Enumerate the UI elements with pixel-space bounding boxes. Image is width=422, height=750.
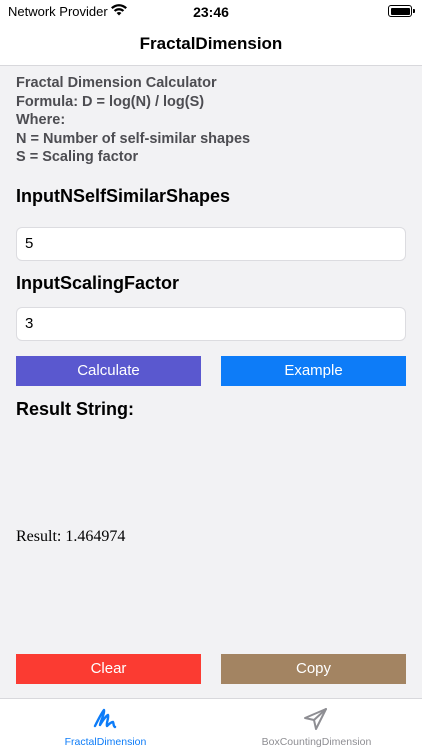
- tab-fractal-dimension[interactable]: FractalDimension: [0, 699, 211, 750]
- paper-plane-icon: [304, 708, 327, 730]
- info-line: S = Scaling factor: [16, 149, 139, 165]
- main-content: Fractal Dimension Calculator Formula: D …: [0, 66, 422, 698]
- navigation-bar: FractalDimension: [0, 24, 422, 66]
- info-text: Fractal Dimension Calculator Formula: D …: [16, 74, 406, 167]
- copy-button[interactable]: Copy: [221, 654, 406, 684]
- tab-label: BoxCountingDimension: [261, 736, 372, 748]
- n-input-field[interactable]: 5: [16, 227, 406, 261]
- clear-button[interactable]: Clear: [16, 654, 201, 684]
- tab-box-counting-dimension[interactable]: BoxCountingDimension: [211, 699, 422, 750]
- info-line: Where:: [16, 112, 66, 128]
- battery-icon: [388, 5, 415, 17]
- clock: 23:46: [193, 4, 229, 20]
- result-text: Result: 1.464974: [16, 528, 126, 545]
- info-line: N = Number of self-similar shapes: [16, 130, 251, 147]
- info-line: Formula: D = log(N) / log(S): [16, 93, 205, 110]
- result-heading: Result String:: [16, 399, 135, 419]
- tab-label: FractalDimension: [64, 736, 147, 748]
- n-input-label: InputNSelfSimilarShapes: [16, 186, 231, 206]
- info-line: Fractal Dimension Calculator: [16, 75, 217, 91]
- s-input-label: InputScalingFactor: [16, 273, 180, 293]
- page-title: FractalDimension: [139, 34, 283, 53]
- calculate-button[interactable]: Calculate: [16, 356, 201, 386]
- example-button[interactable]: Example: [221, 356, 406, 386]
- scribble-icon: [93, 708, 117, 729]
- s-input-field[interactable]: 3: [16, 307, 406, 341]
- status-bar: Network Provider 23:46: [0, 0, 422, 24]
- tab-bar: FractalDimension BoxCountingDimension: [0, 698, 422, 750]
